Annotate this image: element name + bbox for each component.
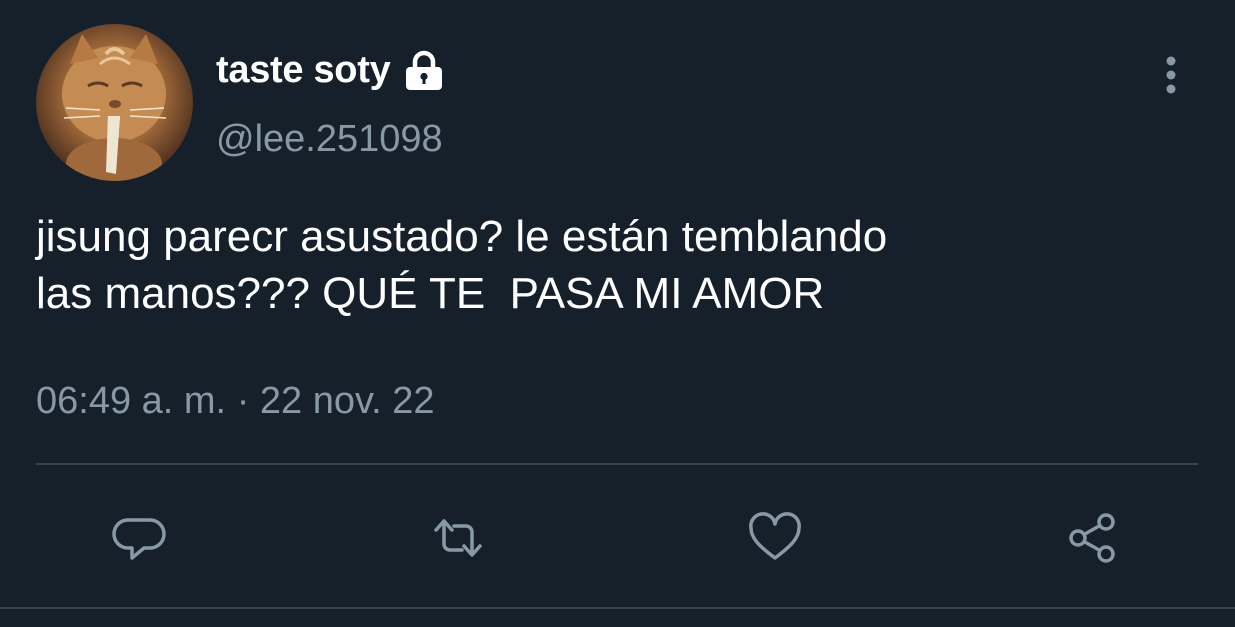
tweet-detail: taste soty @lee.251098 jisung parecr asu… — [0, 0, 1235, 627]
heart-icon — [749, 512, 801, 560]
reply-button[interactable] — [110, 508, 170, 568]
cat-avatar-image — [62, 34, 167, 181]
share-icon — [1069, 513, 1115, 563]
display-name-row[interactable]: taste soty — [216, 46, 446, 94]
tweet-time[interactable]: 06:49 a. m. — [36, 380, 226, 422]
avatar[interactable] — [36, 24, 193, 181]
tweet-date[interactable]: 22 nov. 22 — [260, 380, 435, 422]
display-name[interactable]: taste soty — [216, 49, 391, 92]
user-handle[interactable]: @lee.251098 — [216, 118, 443, 161]
like-button[interactable] — [745, 508, 805, 568]
speech-bubble-icon — [112, 518, 166, 560]
retweet-button[interactable] — [428, 508, 488, 568]
share-button[interactable] — [1062, 508, 1122, 568]
tweet-text: jisung parecr asustado? le están temblan… — [36, 212, 888, 318]
bottom-divider — [0, 607, 1235, 609]
retweet-icon — [434, 519, 482, 557]
lock-icon — [402, 48, 446, 92]
timestamp-separator: · — [236, 380, 250, 422]
divider — [36, 463, 1198, 465]
more-vertical-icon — [1166, 56, 1176, 94]
more-options-button[interactable] — [1150, 52, 1192, 98]
tweet-timestamp[interactable]: 06:49 a. m. · 22 nov. 22 — [36, 380, 435, 423]
